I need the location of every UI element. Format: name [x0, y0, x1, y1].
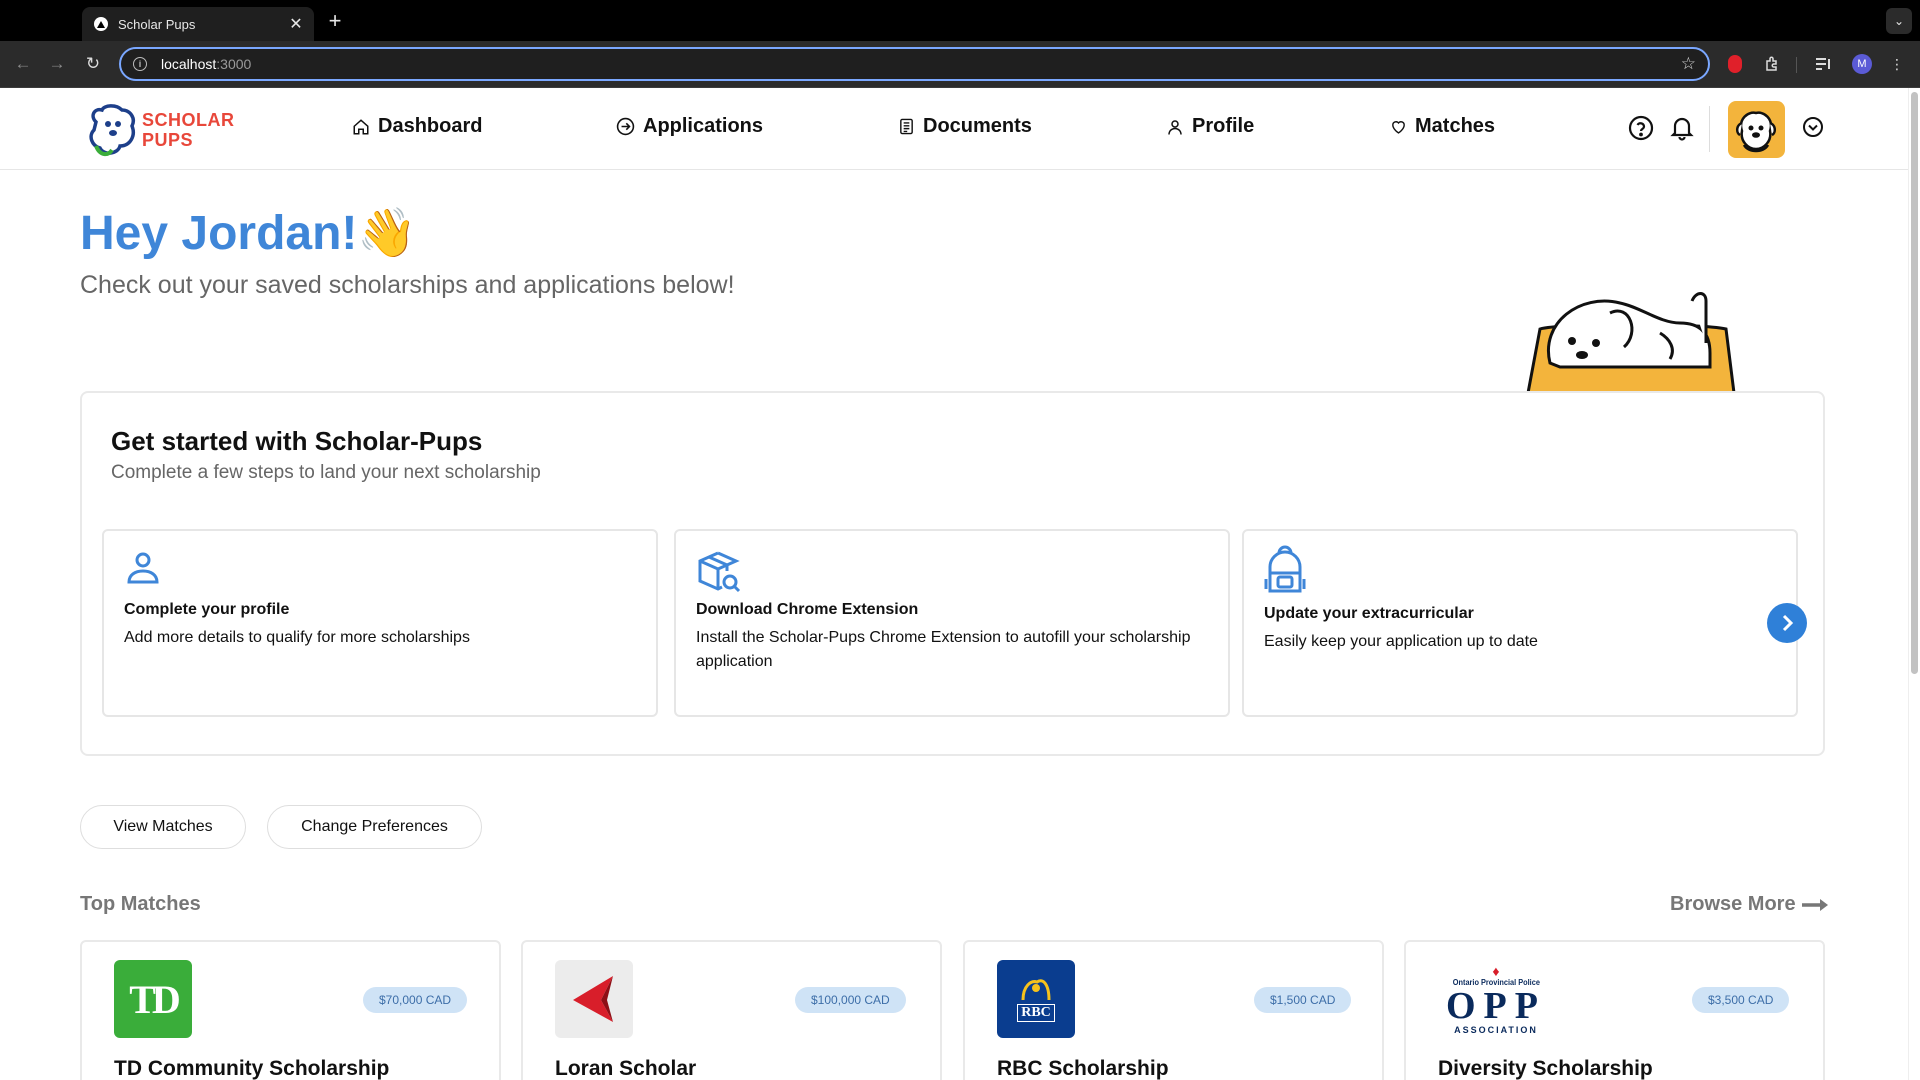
- nav-matches[interactable]: Matches: [1390, 115, 1495, 138]
- scholarship-card[interactable]: $100,000 CAD Loran Scholar: [521, 940, 942, 1080]
- tab-favicon-icon: [94, 17, 108, 31]
- get-started-subtitle: Complete a few steps to land your next s…: [111, 462, 541, 483]
- step-description: Add more details to qualify for more sch…: [124, 629, 470, 646]
- tab-search-chevron-icon[interactable]: ⌄: [1886, 8, 1912, 34]
- step-description: Easily keep your application up to date: [1264, 633, 1538, 650]
- nav-documents[interactable]: Documents: [898, 115, 1032, 138]
- step-title: Update your extracurricular: [1264, 605, 1474, 622]
- logo-text: SCHOLAR PUPS: [142, 110, 235, 150]
- get-started-title: Get started with Scholar-Pups: [111, 426, 483, 456]
- opp-association-logo: ♦ Ontario Provincial Police OPP ASSOCIAT…: [1442, 960, 1550, 1038]
- reload-icon[interactable]: ↻: [80, 51, 106, 77]
- dog-avatar-icon: [1736, 111, 1776, 153]
- change-preferences-button[interactable]: Change Preferences: [267, 805, 482, 849]
- nav-dashboard-label: Dashboard: [378, 115, 483, 137]
- next-steps-button[interactable]: [1767, 603, 1807, 643]
- scholarship-name: Diversity Scholarship: [1438, 1057, 1653, 1080]
- scholarship-card[interactable]: ♦ Ontario Provincial Police OPP ASSOCIAT…: [1404, 940, 1825, 1080]
- home-icon: [353, 118, 369, 134]
- amount-badge: $100,000 CAD: [795, 987, 906, 1013]
- scrollbar-thumb[interactable]: [1911, 92, 1918, 674]
- extension-red-icon[interactable]: [1724, 53, 1746, 75]
- greeting-heading: Hey Jordan!👋: [80, 207, 418, 260]
- forward-arrow-icon[interactable]: →: [44, 51, 70, 77]
- get-started-card: Get started with Scholar-Pups Complete a…: [80, 391, 1825, 756]
- scholarship-card[interactable]: RBC $1,500 CAD RBC Scholarship: [963, 940, 1384, 1080]
- bookmark-star-icon[interactable]: ☆: [1681, 54, 1696, 74]
- user-icon: [1168, 119, 1182, 135]
- package-search-icon: [696, 549, 742, 600]
- media-queue-icon[interactable]: [1813, 53, 1835, 75]
- top-matches-title: Top Matches: [80, 893, 201, 915]
- extensions-puzzle-icon[interactable]: [1762, 53, 1784, 75]
- scholarship-name: TD Community Scholarship: [114, 1057, 390, 1080]
- scholar-pups-logo[interactable]: SCHOLAR PUPS: [86, 102, 235, 158]
- profile-avatar[interactable]: M: [1851, 53, 1873, 75]
- browser-tab[interactable]: Scholar Pups ✕: [82, 7, 314, 41]
- step-title: Download Chrome Extension: [696, 601, 919, 618]
- step-complete-profile[interactable]: Complete your profile Add more details t…: [102, 529, 658, 717]
- nav-applications[interactable]: Applications: [616, 115, 763, 138]
- browser-menu-icon[interactable]: ⋮: [1886, 53, 1908, 75]
- browser-tabstrip: Scholar Pups ✕ + ⌄: [0, 0, 1920, 41]
- nav-applications-label: Applications: [643, 115, 764, 137]
- heart-icon: [1392, 121, 1405, 134]
- rbc-logo: RBC: [997, 960, 1075, 1038]
- user-icon: [124, 549, 162, 592]
- td-logo: TD: [114, 960, 192, 1038]
- scholarship-card[interactable]: TD $70,000 CAD TD Community Scholarship: [80, 940, 501, 1080]
- loran-logo: [555, 960, 633, 1038]
- new-tab-button[interactable]: +: [323, 8, 347, 34]
- site-info-icon[interactable]: i: [133, 57, 147, 71]
- browse-more-link[interactable]: Browse More: [1670, 893, 1830, 916]
- address-bar[interactable]: i localhost:3000 ☆: [119, 47, 1710, 81]
- browser-toolbar: ← → ↻ i localhost:3000 ☆ M ⋮: [0, 41, 1920, 88]
- account-chevron-down-icon[interactable]: [1802, 116, 1830, 144]
- amount-badge: $70,000 CAD: [363, 987, 468, 1013]
- view-matches-button[interactable]: View Matches: [80, 805, 246, 849]
- url-text: localhost:3000: [161, 56, 252, 72]
- arrow-right-icon: [1801, 898, 1828, 911]
- sleeping-dog-illustration: [1520, 283, 1742, 395]
- step-description: Install the Scholar-Pups Chrome Extensio…: [696, 629, 1191, 670]
- site-header: SCHOLAR PUPS Dashboard Applications Docu…: [0, 88, 1908, 170]
- help-icon[interactable]: [1627, 114, 1655, 142]
- bell-icon[interactable]: [1668, 114, 1696, 142]
- scholarship-name: RBC Scholarship: [997, 1057, 1169, 1080]
- arrow-circle-icon: [616, 117, 635, 136]
- back-arrow-icon[interactable]: ←: [10, 51, 36, 77]
- tab-title: Scholar Pups: [118, 16, 196, 32]
- greeting-subtitle: Check out your saved scholarships and ap…: [80, 271, 735, 299]
- step-download-extension[interactable]: Download Chrome Extension Install the Sc…: [674, 529, 1230, 717]
- user-avatar[interactable]: [1728, 101, 1785, 158]
- step-update-extracurricular[interactable]: Update your extracurricular Easily keep …: [1242, 529, 1798, 717]
- backpack-icon: [1260, 545, 1310, 600]
- tab-close-icon[interactable]: ✕: [288, 14, 304, 34]
- browse-more-label: Browse More: [1670, 893, 1796, 915]
- nav-documents-label: Documents: [923, 115, 1032, 137]
- nav-profile-label: Profile: [1192, 115, 1255, 137]
- amount-badge: $1,500 CAD: [1254, 987, 1352, 1013]
- document-icon: [900, 118, 913, 135]
- amount-badge: $3,500 CAD: [1692, 987, 1790, 1013]
- dog-logo-icon: [89, 104, 135, 157]
- page-scrollbar[interactable]: [1908, 88, 1920, 1080]
- nav-matches-label: Matches: [1415, 115, 1496, 137]
- nav-dashboard[interactable]: Dashboard: [352, 115, 482, 138]
- chevron-right-icon: [1782, 614, 1794, 632]
- scholarship-name: Loran Scholar: [555, 1057, 697, 1080]
- step-title: Complete your profile: [124, 601, 290, 618]
- nav-profile[interactable]: Profile: [1166, 115, 1254, 138]
